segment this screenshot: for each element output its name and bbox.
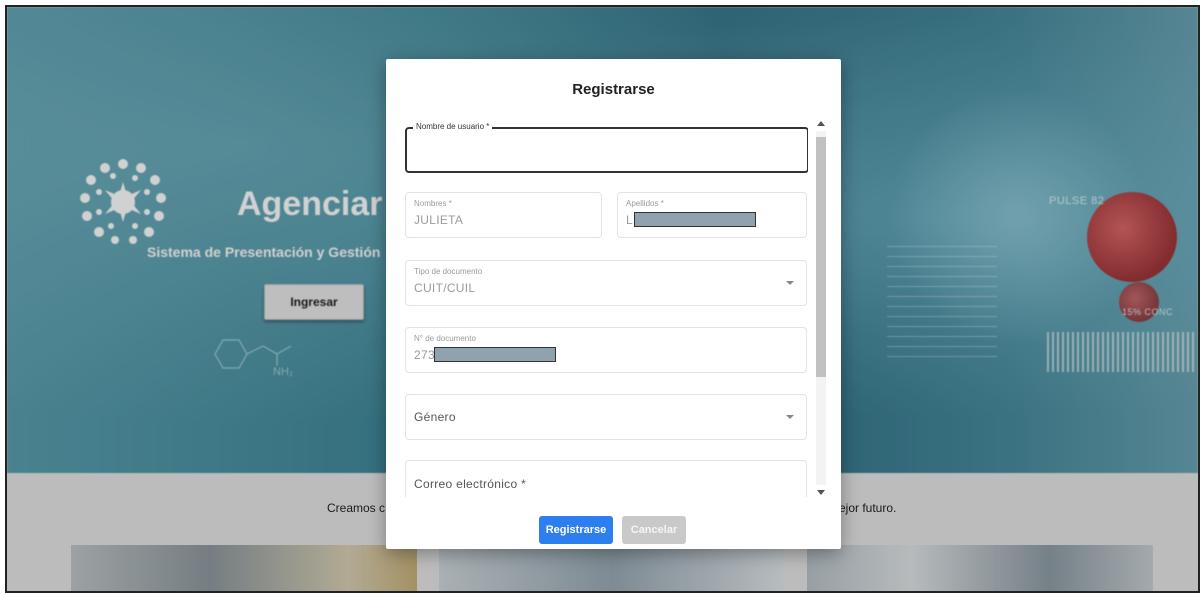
nro-documento-value: 273: [414, 348, 435, 362]
genero-select[interactable]: Género: [405, 394, 807, 440]
nombres-label: Nombres *: [414, 199, 452, 208]
nombres-value: JULIETA: [414, 213, 464, 227]
register-dialog: Registrarse Nombre de usuario * Nombres …: [386, 59, 841, 549]
redaction-box: [434, 347, 556, 362]
apellidos-field[interactable]: Apellidos * L: [617, 192, 807, 238]
registrarse-button[interactable]: Registrarse: [539, 516, 613, 544]
nro-documento-label: N° de documento: [414, 334, 476, 343]
username-field[interactable]: Nombre de usuario *: [405, 122, 808, 173]
apellidos-label: Apellidos *: [626, 199, 664, 208]
scrollbar-thumb[interactable]: [816, 137, 826, 377]
dialog-title: Registrarse: [572, 81, 655, 98]
tipo-documento-select[interactable]: Tipo de documento CUIT/CUIL: [405, 260, 807, 306]
redaction-box: [634, 212, 756, 227]
register-form: Nombre de usuario * Nombres * JULIETA Ap…: [400, 119, 808, 497]
genero-placeholder: Género: [414, 410, 456, 424]
chevron-down-icon: [786, 415, 794, 419]
cancelar-button[interactable]: Cancelar: [622, 516, 686, 544]
nombres-field[interactable]: Nombres * JULIETA: [405, 192, 602, 238]
nro-documento-field[interactable]: N° de documento 273: [405, 327, 807, 373]
username-label: Nombre de usuario *: [413, 122, 493, 131]
tipo-documento-value: CUIT/CUIL: [414, 281, 476, 295]
browser-viewport: PULSE 82 15% CONC Agenciar Sistema de Pr…: [5, 5, 1200, 593]
tipo-documento-label: Tipo de documento: [414, 267, 483, 276]
form-scrollbar[interactable]: [815, 119, 827, 497]
scroll-down-arrow-icon[interactable]: [817, 490, 825, 495]
chevron-down-icon: [786, 281, 794, 285]
correo-field[interactable]: Correo electrónico *: [405, 460, 807, 497]
apellidos-value: L: [626, 213, 633, 227]
scroll-up-arrow-icon[interactable]: [817, 121, 825, 126]
correo-placeholder: Correo electrónico *: [414, 477, 527, 491]
